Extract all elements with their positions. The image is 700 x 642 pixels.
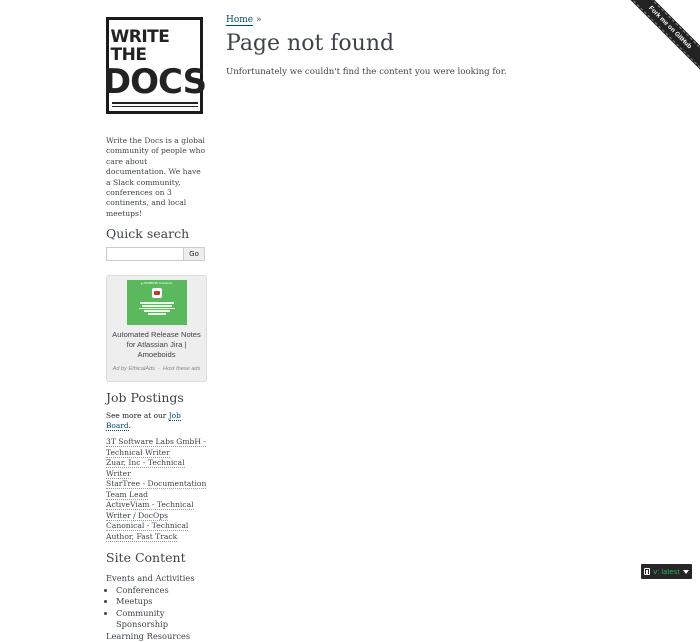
logo-text-bottom: DOCS (102, 62, 207, 102)
job-link[interactable]: Canonical - Technical Author, Fast Track (106, 521, 189, 542)
list-item: Conferences (116, 585, 207, 597)
site-content-heading: Site Content (106, 550, 186, 566)
sidebar-blurb: Write the Docs is a global community of … (106, 136, 206, 218)
search-form: Go (106, 247, 207, 262)
job-link[interactable]: StarTree - Documentation Team Lead (106, 479, 207, 500)
logo-rule (111, 106, 198, 107)
nav-meetups[interactable]: Meetups (116, 596, 153, 606)
logo-inner: WRITE THE DOCS (103, 24, 207, 107)
version-label: v: latest (653, 567, 680, 576)
job-postings-heading: Job Postings (106, 390, 184, 406)
list-item: Community Sponsorship (116, 608, 207, 631)
ethical-ad: ▲ AMOEBOIDS Amoeboids Automated Release … (106, 275, 207, 383)
ad-footer: Ad by EthicalAds · Host these ads (112, 365, 202, 374)
nav-community-sponsorship[interactable]: Community Sponsorship (116, 608, 168, 630)
host-ads-link[interactable]: Host these ads (163, 366, 200, 372)
ad-image-topline: ▲ AMOEBOIDS Amoeboids (140, 282, 173, 286)
breadcrumb-home-link[interactable]: Home (226, 15, 254, 26)
ad-image-text-lines (138, 301, 175, 316)
nav-learning-resources[interactable]: Learning Resources (106, 631, 190, 641)
job-list: 3T Software Labs GmbH - Technical Writer… (106, 437, 207, 542)
job-link[interactable]: Zuar, Inc - Technical Writer (106, 458, 185, 479)
logo-text-top: WRITE THE (110, 27, 170, 65)
sidebar: WRITE THE DOCS Write the Docs is a globa… (103, 17, 207, 642)
logo-rule (111, 102, 198, 104)
nav-events-activities[interactable]: Events and Activities (106, 573, 195, 583)
job-link[interactable]: 3T Software Labs GmbH - Technical Writer (106, 437, 206, 458)
events-sublist: Conferences Meetups Community Sponsorshi… (106, 585, 207, 631)
list-item: Meetups (116, 596, 207, 608)
list-item: ActiveViam - Technical Writer / DocOps (106, 500, 207, 521)
list-item: Zuar, Inc - Technical Writer (106, 458, 207, 479)
write-the-docs-logo[interactable]: WRITE THE DOCS (103, 17, 207, 114)
site-content-nav: Events and Activities Conferences Meetup… (106, 573, 207, 642)
ad-image[interactable]: ▲ AMOEBOIDS Amoeboids (126, 280, 187, 326)
breadcrumb-separator: » (256, 15, 262, 25)
quick-search-heading: Quick search (106, 226, 190, 242)
fork-me-on-github-link[interactable]: Fork me on GitHub (615, 0, 700, 83)
list-item: Canonical - Technical Author, Fast Track (106, 521, 207, 542)
list-item: 3T Software Labs GmbH - Technical Writer (106, 437, 207, 458)
caret-down-icon (682, 569, 689, 574)
ad-app-icon (151, 288, 162, 299)
ad-title-link[interactable]: Automated Release Notes for Atlassian Ji… (109, 330, 205, 360)
see-more-text: See more at our Job Board. (106, 411, 207, 432)
list-item: StarTree - Documentation Team Lead (106, 479, 207, 500)
nav-conferences[interactable]: Conferences (116, 585, 169, 595)
see-more-suffix: . (128, 421, 131, 431)
search-input[interactable] (106, 247, 184, 262)
search-go-button[interactable]: Go (184, 247, 205, 262)
ad-separator: · (158, 366, 160, 373)
job-link[interactable]: ActiveViam - Technical Writer / DocOps (106, 500, 194, 521)
see-more-prefix: See more at our (106, 411, 169, 421)
version-badge[interactable]: v: latest (641, 564, 692, 579)
fork-ribbon: Fork me on GitHub (580, 0, 700, 120)
ad-by-link[interactable]: Ad by EthicalAds (113, 366, 155, 372)
book-icon (644, 568, 650, 575)
